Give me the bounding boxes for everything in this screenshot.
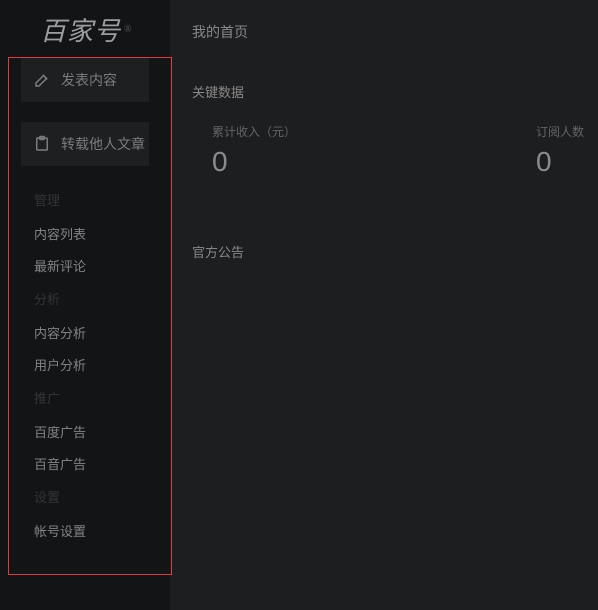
nav-group-analytics: 分析 内容分析 用户分析 [34, 289, 170, 374]
nav-group-title: 管理 [34, 190, 170, 209]
nav-group-title: 设置 [34, 487, 170, 506]
publish-button-label: 发表内容 [61, 70, 117, 90]
nav-item-latest-comments[interactable]: 最新评论 [34, 256, 170, 275]
section-title-announce: 官方公告 [192, 242, 576, 261]
sidebar: 百家号® 发表内容 转载他人文章 管理 内容列表 最新评论 分析 内容分析 用户… [0, 0, 170, 610]
nav-group-ads: 推广 百度广告 百音广告 [34, 388, 170, 473]
publish-button[interactable]: 发表内容 [21, 58, 149, 102]
repost-button[interactable]: 转载他人文章 [21, 122, 149, 166]
section-title-key-data: 关键数据 [192, 82, 576, 101]
edit-icon [33, 71, 51, 89]
nav-item-baiyin-ads[interactable]: 百音广告 [34, 454, 170, 473]
brand-logo: 百家号® [0, 0, 170, 58]
stats-row: 累计收入（元） 0 订阅人数 0 [192, 123, 576, 178]
nav-group-manage: 管理 内容列表 最新评论 [34, 190, 170, 275]
nav-item-account-settings[interactable]: 帐号设置 [34, 521, 170, 540]
stat-income-label: 累计收入（元） [212, 123, 296, 140]
nav-item-user-analytics[interactable]: 用户分析 [34, 355, 170, 374]
nav-item-content-list[interactable]: 内容列表 [34, 224, 170, 243]
nav-item-content-analytics[interactable]: 内容分析 [34, 323, 170, 342]
nav-group-title: 分析 [34, 289, 170, 308]
stat-subscribers-value: 0 [536, 146, 584, 178]
stat-subscribers-label: 订阅人数 [536, 123, 584, 140]
repost-button-label: 转载他人文章 [61, 134, 145, 154]
clipboard-icon [33, 135, 51, 153]
stat-subscribers: 订阅人数 0 [536, 123, 584, 178]
brand-logo-text: 百家号 [40, 11, 121, 48]
sidebar-nav: 管理 内容列表 最新评论 分析 内容分析 用户分析 推广 百度广告 百音广告 设… [0, 190, 170, 540]
stat-income: 累计收入（元） 0 [212, 123, 296, 178]
main-panel: 我的首页 关键数据 累计收入（元） 0 订阅人数 0 官方公告 [170, 0, 598, 610]
brand-logo-mark: ® [124, 24, 133, 35]
nav-group-settings: 设置 帐号设置 [34, 487, 170, 540]
stat-income-value: 0 [212, 146, 296, 178]
page-title: 我的首页 [192, 22, 576, 42]
nav-item-baidu-ads[interactable]: 百度广告 [34, 422, 170, 441]
nav-group-title: 推广 [34, 388, 170, 407]
